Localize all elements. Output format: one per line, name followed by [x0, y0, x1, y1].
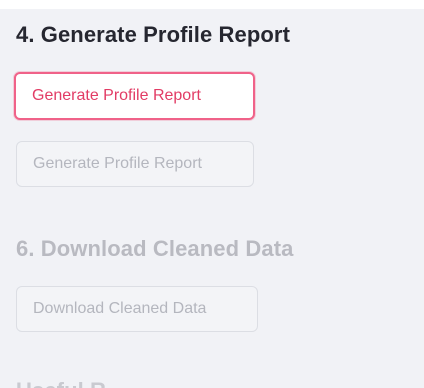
generate-profile-report-button[interactable]: Generate Profile Report	[14, 72, 255, 120]
sidebar-panel: 4. Generate Profile Report Generate Prof…	[0, 9, 424, 388]
generate-profile-report-button-disabled: Generate Profile Report	[16, 141, 254, 187]
section-title-generate-profile-report: 4. Generate Profile Report	[16, 22, 291, 47]
download-cleaned-data-button: Download Cleaned Data	[16, 286, 258, 332]
section-title-download-cleaned-data: 6. Download Cleaned Data	[16, 236, 294, 261]
section-title-useful-resources: Useful R...	[16, 378, 125, 388]
